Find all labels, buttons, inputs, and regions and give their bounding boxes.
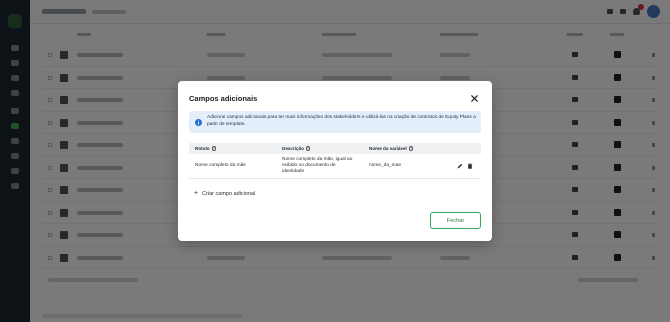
field-variable: nome_da_mae bbox=[369, 163, 402, 168]
field-label: Nome completo da mãe bbox=[195, 163, 246, 168]
field-description: Nome completo da mãe, igual ao exibido n… bbox=[282, 156, 353, 175]
close-icon[interactable] bbox=[470, 94, 479, 103]
add-field-label: Criar campo adicional bbox=[202, 190, 256, 197]
column-label-header: Rótulo ? bbox=[195, 146, 217, 151]
pencil-icon[interactable] bbox=[457, 163, 463, 169]
fields-table: Rótulo ? Descrição ? Nome da variável ? … bbox=[189, 143, 481, 179]
plus-icon: + bbox=[194, 190, 199, 197]
column-description-header: Descrição ? bbox=[282, 146, 311, 151]
additional-fields-modal: Campos adicionais Adicione campos adicio… bbox=[178, 81, 492, 241]
info-banner: Adicione campos adicionais para ter mais… bbox=[189, 111, 481, 133]
modal-title: Campos adicionais bbox=[189, 94, 258, 103]
help-icon[interactable]: ? bbox=[211, 146, 217, 151]
column-variable-header: Nome da variável ? bbox=[369, 146, 414, 151]
help-icon[interactable]: ? bbox=[305, 146, 311, 151]
info-icon bbox=[195, 118, 202, 126]
table-row: Nome completo da mãe Nome completo da mã… bbox=[189, 154, 481, 179]
info-text: Adicione campos adicionais para ter mais… bbox=[207, 115, 476, 127]
fields-table-header: Rótulo ? Descrição ? Nome da variável ? bbox=[189, 143, 481, 154]
trash-icon[interactable] bbox=[467, 163, 473, 169]
help-icon[interactable]: ? bbox=[408, 146, 414, 151]
close-button[interactable]: Fechar bbox=[430, 212, 481, 229]
add-field-button[interactable]: + Criar campo adicional bbox=[194, 190, 255, 197]
